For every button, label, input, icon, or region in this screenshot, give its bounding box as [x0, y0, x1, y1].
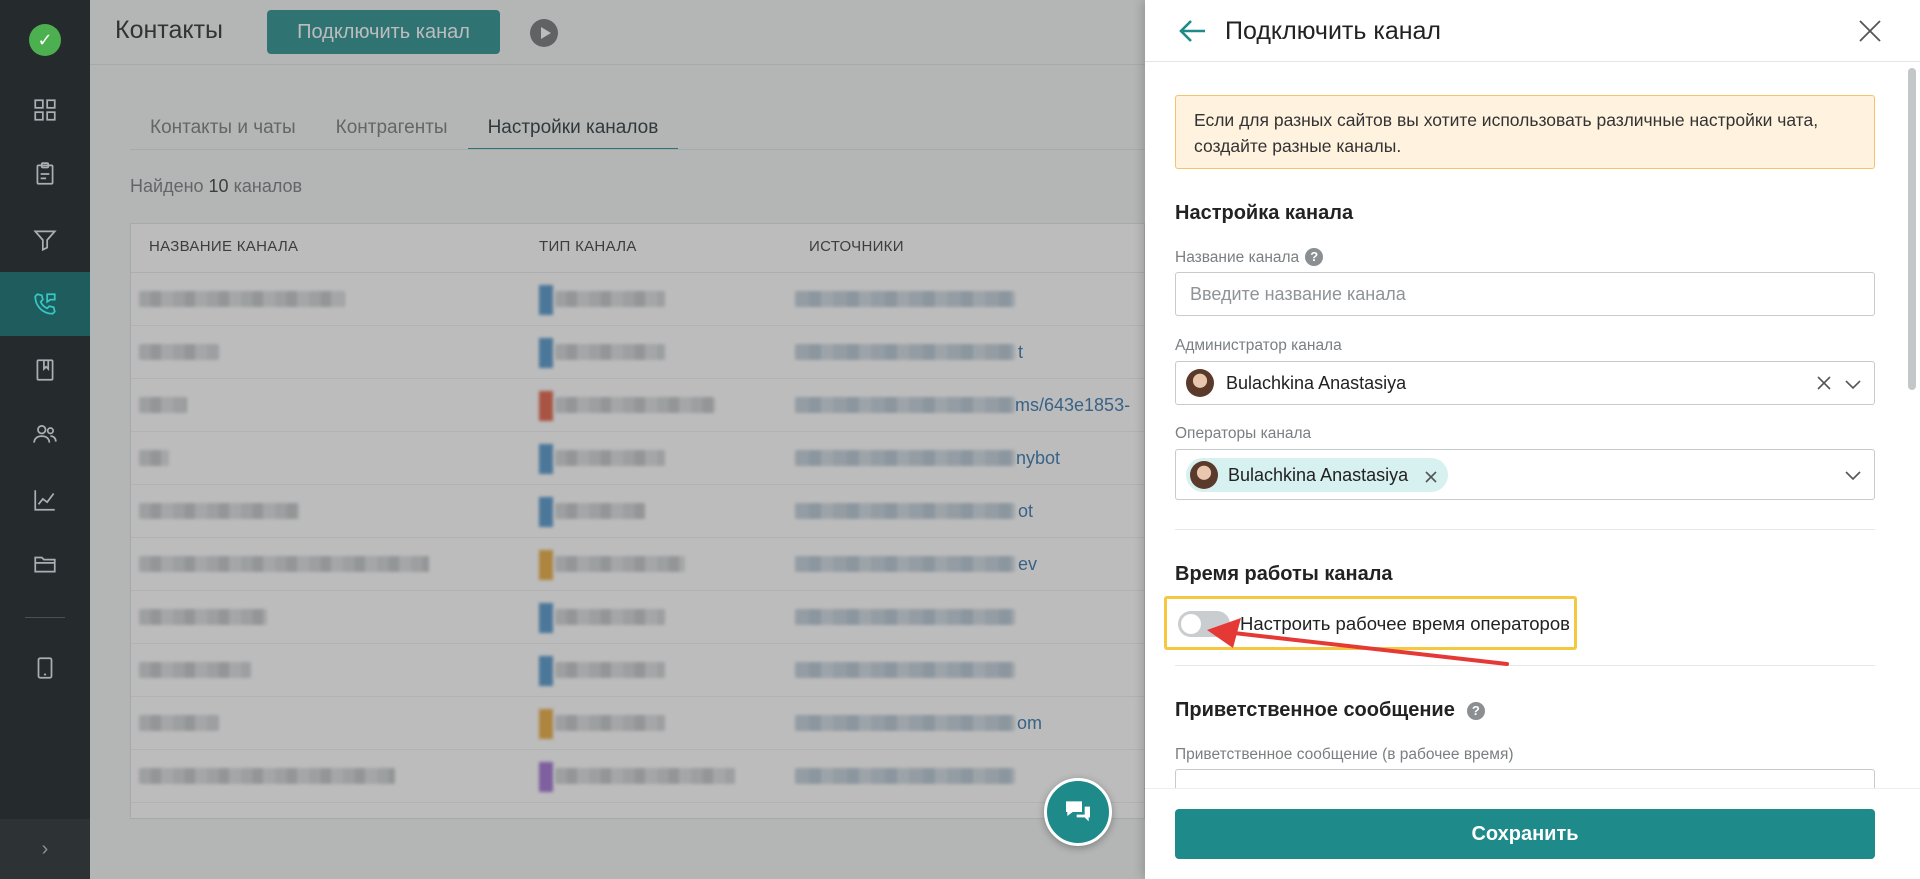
channel-settings-title: Настройка канала	[1175, 202, 1354, 224]
help-icon[interactable]: ?	[1466, 702, 1485, 720]
avatar	[1186, 369, 1214, 397]
help-icon[interactable]: ?	[1305, 248, 1324, 266]
drawer-scrollbar[interactable]	[1908, 68, 1916, 390]
app-logo-icon[interactable]: ✓	[29, 24, 61, 56]
chat-bubbles-icon	[1066, 801, 1090, 822]
work-time-highlight: Настроить рабочее время операторов	[1164, 596, 1577, 650]
close-icon[interactable]	[1857, 18, 1883, 44]
left-sidebar: ✓ ›	[0, 0, 90, 879]
sidebar-divider	[25, 617, 65, 618]
greeting-title-text: Приветственное сообщение	[1175, 699, 1455, 721]
admin-name: Bulachkina Anastasiya	[1226, 372, 1407, 393]
info-notice: Если для разных сайтов вы хотите использ…	[1175, 95, 1875, 169]
clear-selection-icon[interactable]	[1816, 375, 1832, 391]
sidebar-tablet-icon[interactable]	[0, 636, 90, 700]
chat-support-button[interactable]	[1044, 778, 1112, 846]
sidebar-folder-icon[interactable]	[0, 532, 90, 596]
greeting-field-label: Приветственное сообщение (в рабочее врем…	[1175, 746, 1514, 763]
chevron-down-icon[interactable]	[1844, 466, 1862, 484]
sidebar-clipboard-icon[interactable]	[0, 142, 90, 206]
sidebar-users-icon[interactable]	[0, 402, 90, 466]
modal-overlay[interactable]	[90, 0, 1145, 879]
channel-operators-select[interactable]: Bulachkina Anastasiya	[1175, 449, 1875, 500]
sidebar-filter-icon[interactable]	[0, 208, 90, 272]
channel-name-input[interactable]	[1175, 272, 1875, 316]
work-time-toggle[interactable]	[1178, 611, 1230, 637]
drawer-footer: Сохранить	[1145, 788, 1920, 879]
work-time-title: Время работы канала	[1175, 563, 1393, 585]
sidebar-chart-icon[interactable]	[0, 468, 90, 532]
drawer-title: Подключить канал	[1225, 17, 1442, 45]
connect-channel-drawer: Подключить канал Если для разных сайтов …	[1145, 0, 1920, 879]
channel-name-label: Название канала?	[1175, 248, 1324, 267]
save-button[interactable]: Сохранить	[1175, 809, 1875, 859]
admin-selected-value: Bulachkina Anastasiya	[1186, 369, 1406, 397]
channel-admin-label: Администратор канала	[1175, 337, 1342, 354]
back-arrow-icon[interactable]	[1177, 16, 1209, 46]
operator-name: Bulachkina Anastasiya	[1228, 464, 1409, 485]
greeting-title: Приветственное сообщение?	[1175, 699, 1485, 722]
sidebar-dashboard-icon[interactable]	[0, 78, 90, 142]
avatar	[1190, 461, 1218, 489]
operator-tag: Bulachkina Anastasiya	[1186, 458, 1449, 492]
sidebar-phone-chat-icon[interactable]	[0, 272, 90, 336]
drawer-header: Подключить канал	[1145, 0, 1920, 62]
section-divider	[1175, 665, 1875, 666]
sidebar-book-icon[interactable]	[0, 338, 90, 402]
chevron-down-icon[interactable]	[1844, 375, 1862, 393]
sidebar-expand-icon[interactable]: ›	[0, 819, 90, 879]
channel-operators-label: Операторы канала	[1175, 425, 1312, 442]
remove-tag-icon[interactable]	[1424, 468, 1438, 483]
section-divider	[1175, 529, 1875, 530]
channel-admin-select[interactable]: Bulachkina Anastasiya	[1175, 361, 1875, 405]
channel-name-label-text: Название канала	[1175, 249, 1300, 266]
work-time-toggle-label[interactable]: Настроить рабочее время операторов	[1240, 613, 1570, 635]
